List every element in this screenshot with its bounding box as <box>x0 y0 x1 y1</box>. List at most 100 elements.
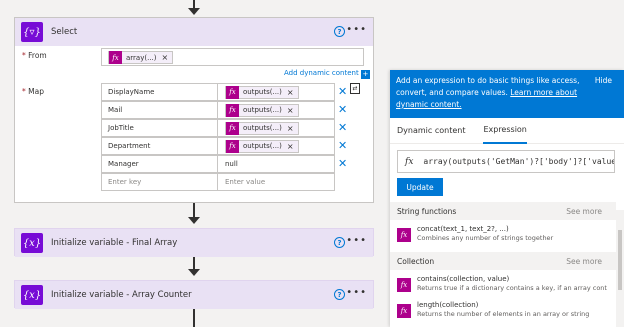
map-row: Mail fx outputs(...) × <box>101 101 335 119</box>
remove-token-icon[interactable]: × <box>287 88 294 97</box>
info-text: Add an expression to do basic things lik… <box>396 76 580 85</box>
info-text: convert, and compare values. <box>396 88 508 97</box>
delete-row-icon[interactable]: ✕ <box>338 103 347 116</box>
variable-icon: {x} <box>21 233 43 253</box>
section-title: String functions <box>397 206 457 216</box>
function-item[interactable]: fx contains(collection, value) Returns t… <box>397 274 617 296</box>
map-key-input[interactable]: DisplayName <box>101 83 218 101</box>
more-options-icon[interactable]: ••• <box>346 24 367 35</box>
delete-row-icon[interactable]: ✕ <box>338 85 347 98</box>
token-label: array(...) <box>126 53 157 62</box>
map-key-input[interactable]: Mail <box>101 101 218 119</box>
more-options-icon[interactable]: ••• <box>346 235 367 246</box>
panel-scrollbar[interactable] <box>616 210 624 327</box>
function-item[interactable]: fx length(collection) Returns the number… <box>397 300 617 322</box>
connector-line <box>193 255 195 270</box>
section-title: Collection <box>397 256 435 266</box>
function-icon: fx <box>397 304 411 318</box>
panel-tabs: Dynamic content Expression <box>390 118 624 144</box>
see-more-link[interactable]: See more <box>566 257 602 266</box>
section-header-collection: Collection See more <box>390 252 616 270</box>
variable-icon: {x} <box>21 285 43 305</box>
token-label: outputs(...) <box>243 124 282 132</box>
dynamic-content-panel: Add an expression to do basic things lik… <box>390 70 624 327</box>
map-key-input[interactable]: Manager <box>101 155 218 173</box>
map-value-input[interactable]: Enter value <box>218 173 335 191</box>
value-token[interactable]: fx outputs(...) × <box>225 121 299 135</box>
map-row: Manager null <box>101 155 335 173</box>
map-key-input[interactable]: JobTitle <box>101 119 218 137</box>
delete-row-icon[interactable]: ✕ <box>338 121 347 134</box>
connector-line-bottom <box>193 308 195 327</box>
arrow-down-icon <box>188 269 200 276</box>
expression-input[interactable]: fx array(outputs('GetMan')?['body']?['va… <box>397 150 615 173</box>
help-icon[interactable]: ? <box>334 289 345 300</box>
value-token[interactable]: fx outputs(...) × <box>225 103 299 117</box>
function-icon: fx <box>226 121 239 135</box>
function-desc: Returns the number of elements in an arr… <box>417 310 590 318</box>
initialize-variable-card[interactable]: {x} Initialize variable - Final Array ? … <box>14 228 374 257</box>
switch-map-mode-icon[interactable]: ⇄ <box>350 83 360 94</box>
token-label: outputs(...) <box>243 106 282 114</box>
function-icon: fx <box>226 85 239 99</box>
initialize-variable-card[interactable]: {x} Initialize variable - Array Counter … <box>14 280 374 309</box>
hide-button[interactable]: Hide <box>595 75 612 87</box>
map-row-empty: Enter key Enter value <box>101 173 335 191</box>
from-label: * From <box>22 51 47 60</box>
delete-row-icon[interactable]: ✕ <box>338 139 347 152</box>
select-card-header[interactable]: {▿} Select ? ••• <box>15 18 373 46</box>
add-dynamic-content-link[interactable]: Add dynamic content + <box>284 69 370 79</box>
map-key-input[interactable]: Enter key <box>101 173 218 191</box>
learn-more-link[interactable]: Learn more about <box>510 88 577 97</box>
arrow-down-icon <box>188 8 200 15</box>
delete-row-icon[interactable]: ✕ <box>338 157 347 170</box>
token-label: outputs(...) <box>243 88 282 96</box>
update-button[interactable]: Update <box>397 178 443 196</box>
function-icon: fx <box>109 51 122 64</box>
help-icon[interactable]: ? <box>334 237 345 248</box>
remove-token-icon[interactable]: × <box>287 106 294 115</box>
card-title: Initialize variable - Array Counter <box>51 290 192 300</box>
value-token[interactable]: fx outputs(...) × <box>225 85 299 99</box>
function-desc: Returns true if a dictionary contains a … <box>417 284 607 292</box>
map-row: JobTitle fx outputs(...) × <box>101 119 335 137</box>
see-more-link[interactable]: See more <box>566 207 602 216</box>
function-icon: fx <box>397 228 411 242</box>
card-title: Select <box>51 27 78 37</box>
scrollbar-thumb[interactable] <box>618 230 622 290</box>
learn-more-link[interactable]: dynamic content. <box>396 100 462 109</box>
card-header[interactable]: {x} Initialize variable - Final Array ? … <box>15 229 373 257</box>
map-value-input[interactable]: fx outputs(...) × <box>218 83 335 101</box>
function-name: concat(text_1, text_2?, ...) <box>417 225 509 233</box>
map-value-input[interactable]: fx outputs(...) × <box>218 101 335 119</box>
map-key-input[interactable]: Department <box>101 137 218 155</box>
arrow-down-icon <box>188 217 200 224</box>
info-banner: Add an expression to do basic things lik… <box>390 70 624 118</box>
from-token[interactable]: fx array(...) × <box>108 51 174 64</box>
remove-token-icon[interactable]: × <box>162 53 169 62</box>
plus-icon: + <box>360 70 370 79</box>
value-token[interactable]: fx outputs(...) × <box>225 139 299 153</box>
map-value-input[interactable]: fx outputs(...) × <box>218 119 335 137</box>
map-row: Department fx outputs(...) × <box>101 137 335 155</box>
remove-token-icon[interactable]: × <box>287 124 294 133</box>
map-label: * Map <box>22 87 44 96</box>
tab-expression[interactable]: Expression <box>483 118 527 144</box>
token-label: outputs(...) <box>243 142 282 150</box>
connector-line <box>193 203 195 218</box>
more-options-icon[interactable]: ••• <box>346 287 367 298</box>
select-action-icon: {▿} <box>21 22 43 42</box>
expression-text: array(outputs('GetMan')?['body']?['value… <box>423 157 615 166</box>
function-item[interactable]: fx concat(text_1, text_2?, ...) Combines… <box>397 224 617 246</box>
tab-dynamic-content[interactable]: Dynamic content <box>397 118 465 144</box>
card-header[interactable]: {x} Initialize variable - Array Counter … <box>15 281 373 309</box>
from-input[interactable]: fx array(...) × <box>101 48 364 66</box>
help-icon[interactable]: ? <box>334 26 345 37</box>
section-header-string-functions: String functions See more <box>390 202 616 220</box>
function-icon: fx <box>226 139 239 153</box>
map-value-input[interactable]: fx outputs(...) × <box>218 137 335 155</box>
remove-token-icon[interactable]: × <box>287 142 294 151</box>
function-name: contains(collection, value) <box>417 275 510 283</box>
map-row: DisplayName fx outputs(...) × <box>101 83 335 101</box>
map-value-input[interactable]: null <box>218 155 335 173</box>
